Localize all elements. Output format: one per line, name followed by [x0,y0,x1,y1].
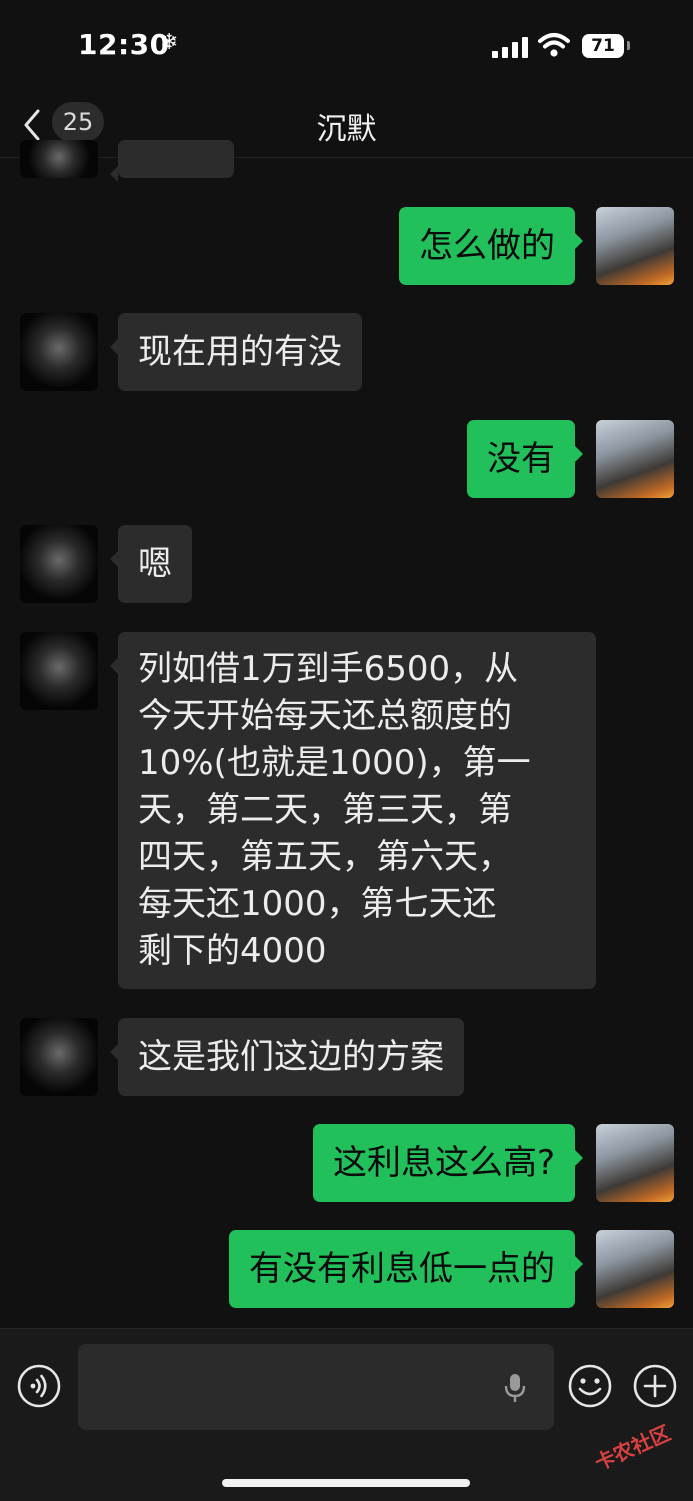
avatar-contact[interactable] [20,632,98,710]
battery-tip [627,41,630,50]
message-bubble-partial[interactable] [110,140,234,182]
message-bubble-sent[interactable]: 怎么做的 [399,207,583,285]
microphone-icon[interactable] [503,1372,527,1404]
message-bubble-received[interactable]: 这是我们这边的方案 [110,1018,464,1096]
avatar-self[interactable] [596,1124,674,1202]
message-bubble-received-long[interactable]: 列如借1万到手6500，从 今天开始每天还总额度的 10%(也就是1000)，第… [110,632,596,989]
message-line: 10%(也就是1000)，第一 [138,743,531,783]
message-line: 列如借1万到手6500，从 [138,649,519,689]
avatar-contact[interactable] [20,1018,98,1096]
emoji-icon[interactable] [567,1363,613,1409]
page-title: 沉默 [316,112,377,147]
message-bubble-sent[interactable]: 有没有利息低一点的 [229,1230,583,1308]
status-time: 12:30 [78,28,170,61]
avatar-self[interactable] [596,420,674,498]
message-input[interactable] [78,1344,554,1430]
home-indicator [222,1479,470,1487]
plus-icon[interactable] [632,1363,678,1409]
message-bubble-received[interactable]: 嗯 [110,525,192,603]
message-line: 每天还1000，第七天还 [138,884,497,924]
status-bar: 12:30 ❄ 71 [0,0,693,95]
focus-icon: ❄ [160,30,179,55]
message-line: 天，第二天，第三天，第 [138,790,512,830]
avatar-contact[interactable] [20,525,98,603]
cellular-signal-icon [492,36,528,58]
message-line: 四天，第五天，第六天， [138,837,512,877]
message-bubble-received[interactable]: 现在用的有没 [110,313,362,391]
voice-mode-icon[interactable] [16,1363,62,1409]
avatar-contact[interactable] [20,140,98,178]
battery-icon: 71 [582,34,624,58]
avatar-self[interactable] [596,207,674,285]
battery-level: 71 [591,36,615,56]
avatar-contact[interactable] [20,313,98,391]
message-line: 剩下的4000 [138,931,327,971]
wifi-icon [538,33,570,57]
avatar-self[interactable] [596,1230,674,1308]
message-bubble-sent[interactable]: 没有 [467,420,583,498]
message-line: 今天开始每天还总额度的 [138,696,512,736]
message-bubble-sent[interactable]: 这利息这么高? [312,1124,584,1202]
